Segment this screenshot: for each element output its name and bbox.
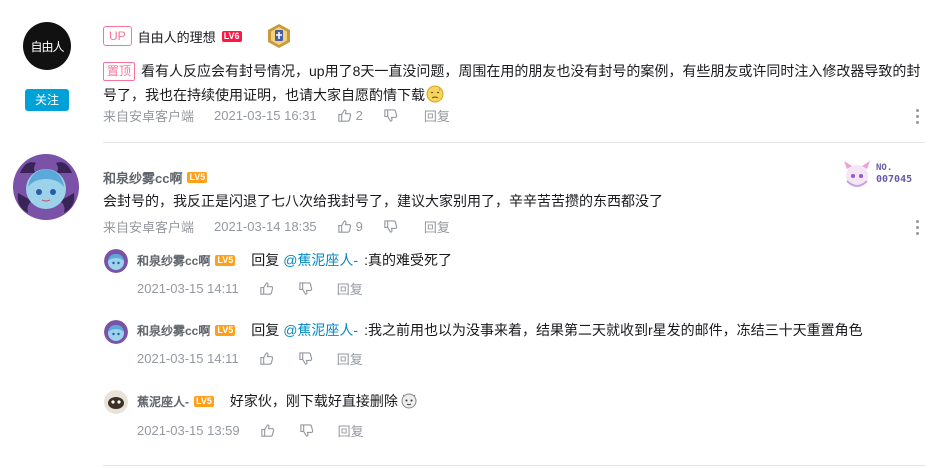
thumbs-up-icon <box>260 281 273 295</box>
dislike-button[interactable] <box>383 108 402 123</box>
reply-meta: 2021-03-15 14:11 回复 <box>137 349 383 367</box>
like-count: 2 <box>355 107 363 123</box>
like-button[interactable] <box>260 423 279 438</box>
thumbs-down-icon <box>299 423 313 437</box>
reply-button[interactable]: 回复 <box>424 217 450 236</box>
source-label: 来自安卓客户端 <box>103 219 195 235</box>
reply-button[interactable]: 回复 <box>337 279 363 298</box>
comment-text: 置顶 看有人反应会有封号情况，up用了8天一直没问题，周围在用的朋友也没有封号的案… <box>103 59 923 110</box>
reply-avatar[interactable] <box>104 390 128 414</box>
username[interactable]: 和泉纱雾cc啊 <box>137 252 210 269</box>
thumbs-down-icon <box>299 281 312 295</box>
reply-button[interactable]: 回复 <box>338 421 364 440</box>
reply-prefix: 回复 <box>251 252 280 268</box>
like-button[interactable]: 2 <box>337 108 363 123</box>
fan-badge: NO. 007045 <box>841 158 919 190</box>
like-button[interactable] <box>259 281 278 296</box>
level-badge: LV5 <box>215 324 236 336</box>
cat-emoji-icon <box>400 391 418 412</box>
more-options-icon[interactable] <box>916 220 920 235</box>
level-badge: LV6 <box>221 30 242 42</box>
dislike-button[interactable] <box>298 351 317 366</box>
level-badge: LV5 <box>187 171 208 183</box>
timestamp: 2021-03-14 18:35 <box>214 218 317 234</box>
dislike-button[interactable] <box>299 423 318 438</box>
badge-character-icon <box>841 159 873 189</box>
thumbs-up-icon <box>260 423 274 437</box>
username[interactable]: 和泉纱雾cc啊 <box>103 168 182 187</box>
pinned-tag: 置顶 <box>103 62 136 81</box>
avatar[interactable] <box>12 153 80 221</box>
username[interactable]: 蕉泥座人- <box>137 393 189 410</box>
level-badge: LV5 <box>215 254 236 266</box>
like-button[interactable] <box>259 351 278 366</box>
reply-button[interactable]: 回复 <box>424 106 450 125</box>
avatar[interactable]: 自由人 <box>23 22 71 70</box>
like-count: 9 <box>355 218 363 234</box>
reply-text: 好家伙，刚下载好直接删除 <box>229 393 398 409</box>
reply-text: :我之前用也以为没事来着，结果第二天就收到r星发的邮件，冻结三十天重置角色 <box>364 322 863 338</box>
timestamp: 2021-03-15 13:59 <box>137 422 240 438</box>
like-button[interactable]: 9 <box>337 219 363 234</box>
reply-avatar[interactable] <box>104 320 128 344</box>
comment-text: 会封号的，我反正是闪退了七八次给我封号了，建议大家别用了，辛辛苦苦攒的东西都没了 <box>103 193 663 209</box>
medal-icon <box>266 23 292 49</box>
timestamp: 2021-03-15 14:11 <box>137 280 239 296</box>
username[interactable]: 自由人的理想 <box>138 27 216 46</box>
thumbs-up-icon <box>337 108 351 122</box>
avatar-logo-text: 自由人 <box>30 39 64 54</box>
up-tag: UP <box>103 26 132 46</box>
reply-button[interactable]: 回复 <box>337 349 363 368</box>
timestamp: 2021-03-15 16:31 <box>214 107 317 123</box>
username[interactable]: 和泉纱雾cc啊 <box>137 322 210 339</box>
comment-meta: 来自安卓客户端 2021-03-15 16:31 2 回复 <box>103 106 470 124</box>
mention-link[interactable]: @蕉泥座人- <box>283 320 358 340</box>
follow-button[interactable]: 关注 <box>25 89 69 111</box>
divider <box>103 142 925 143</box>
thumbs-down-icon <box>384 108 398 122</box>
more-options-icon[interactable] <box>916 109 920 124</box>
reply-line: 和泉纱雾cc啊 LV5 回复 @蕉泥座人- :真的难受死了 <box>137 249 452 271</box>
comment-header: 和泉纱雾cc啊 LV5 <box>103 168 208 187</box>
comment-header: UP 自由人的理想 LV6 <box>103 23 292 49</box>
timestamp: 2021-03-15 14:11 <box>137 350 239 366</box>
badge-number: 007045 <box>876 174 913 185</box>
badge-label: NO. <box>876 163 893 173</box>
reply-line: 和泉纱雾cc啊 LV5 回复 @蕉泥座人- :我之前用也以为没事来着，结果第二天… <box>137 319 863 341</box>
reply-meta: 2021-03-15 14:11 回复 <box>137 279 383 297</box>
reply-meta: 2021-03-15 13:59 回复 <box>137 421 384 439</box>
thumbs-down-icon <box>299 351 312 365</box>
reply-text: :真的难受死了 <box>364 252 452 268</box>
reply-avatar[interactable] <box>104 249 128 273</box>
thumbs-up-icon <box>337 219 351 233</box>
reply-prefix: 回复 <box>251 322 280 338</box>
thumbs-down-icon <box>384 219 398 233</box>
comment-meta: 来自安卓客户端 2021-03-14 18:35 9 回复 <box>103 217 470 235</box>
dislike-button[interactable] <box>298 281 317 296</box>
mention-link[interactable]: @蕉泥座人- <box>283 250 358 270</box>
comment-body: 看有人反应会有封号情况，up用了8天一直没问题，周围在用的朋友也没有封号的案例，… <box>103 63 921 103</box>
level-badge: LV5 <box>194 395 214 407</box>
thumbs-up-icon <box>260 351 273 365</box>
source-label: 来自安卓客户端 <box>103 108 195 124</box>
divider <box>103 465 925 466</box>
reply-line: 蕉泥座人- LV5 好家伙，刚下载好直接删除 <box>137 390 418 412</box>
dislike-button[interactable] <box>383 219 402 234</box>
